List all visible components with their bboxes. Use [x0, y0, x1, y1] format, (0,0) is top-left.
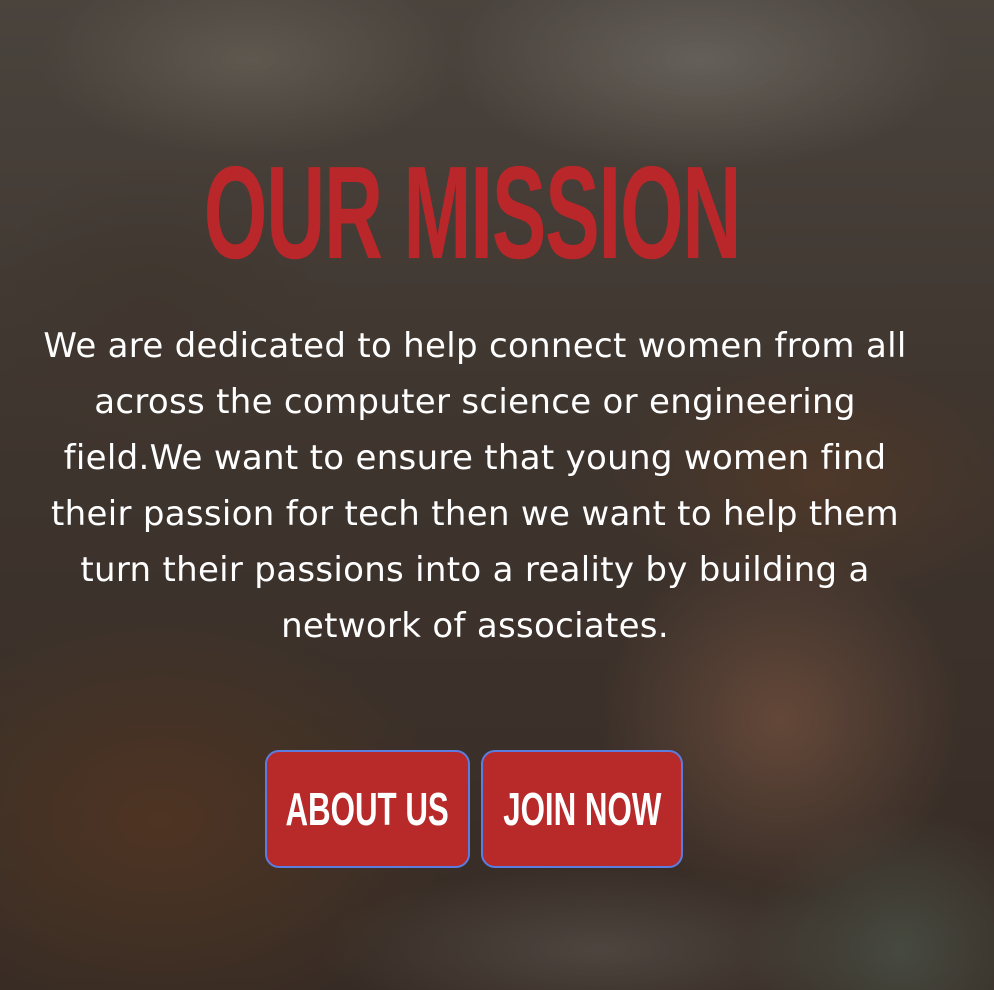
join-now-button[interactable]: JOIN NOW: [481, 750, 683, 868]
about-us-button[interactable]: ABOUT US: [265, 750, 470, 868]
mission-title: OUR MISSION: [203, 139, 742, 286]
mission-description: We are dedicated to help connect women f…: [43, 326, 907, 646]
about-us-button-label: ABOUT US: [285, 783, 450, 835]
mission-hero-section: OUR MISSION We are dedicated to help con…: [0, 0, 994, 990]
join-now-button-label: JOIN NOW: [502, 783, 662, 835]
